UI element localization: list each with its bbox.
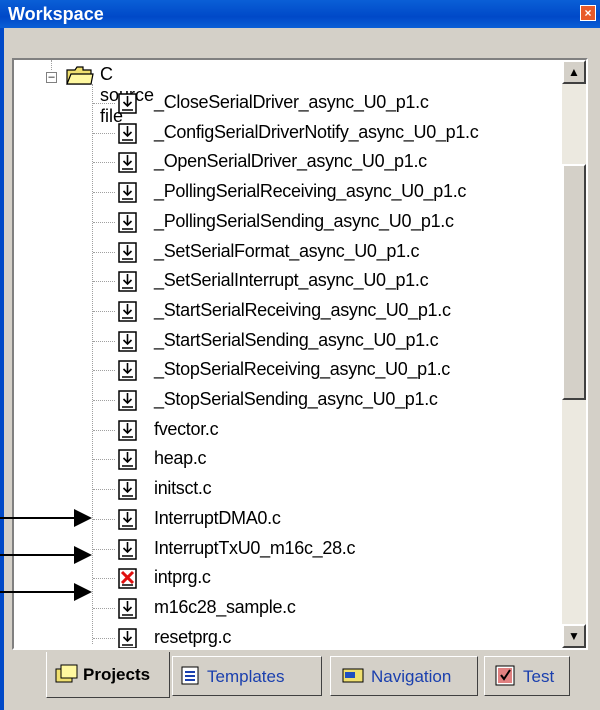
annotation-arrow [0,554,76,556]
file-name: _SetSerialInterrupt_async_U0_p1.c [154,270,429,291]
tab-templates[interactable]: Templates [172,656,322,696]
tree-guide [93,548,115,550]
tree-guide [93,103,115,104]
tree-guide [51,60,52,70]
tree-guide [93,281,115,283]
triangle-down-icon: ▼ [568,629,580,643]
workspace-window: Workspace × – C source file _CloseSerial… [0,0,600,710]
annotation-arrow [0,517,76,519]
tab-projects[interactable]: Projects [46,652,170,698]
tree-guide [93,518,115,520]
file-name: _StartSerialSending_async_U0_p1.c [154,329,439,350]
tree-guide [93,400,115,401]
tab-test-label: Test [523,667,555,686]
excluded-file-icon [118,568,137,589]
file-name: _PollingSerialSending_async_U0_p1.c [154,210,454,231]
tree-guide [93,607,115,609]
file-name: _StopSerialReceiving_async_U0_p1.c [154,359,450,380]
test-icon [495,665,515,686]
file-name: fvector.c [154,418,219,439]
projects-icon [55,664,78,683]
arrow-head-icon [74,509,92,527]
tab-navigation[interactable]: Navigation [330,656,478,696]
annotation-arrow [0,591,76,593]
file-name: _StopSerialSending_async_U0_p1.c [154,389,438,409]
file-name: _PollingSerialReceiving_async_U0_p1.c [154,181,467,202]
tree-guide [93,340,115,342]
templates-icon [181,666,199,685]
file-name: _SetSerialFormat_async_U0_p1.c [154,240,420,261]
tree-guide [93,132,115,134]
source-file-icon [118,627,137,648]
file-name: InterruptTxU0_m16c_28.c [154,537,356,558]
tab-projects-label: Projects [83,665,151,684]
tree-guide [93,310,115,312]
workspace-tabs: Projects Templates Navigation Test [0,652,600,710]
source-file-icon [118,419,137,441]
arrow-head-icon [74,546,92,564]
source-file-icon [118,360,137,382]
source-file-icon [118,301,137,322]
file-name: _CloseSerialDriver_async_U0_p1.c [154,92,429,112]
file-name: initsct.c [154,478,212,499]
file-name: InterruptDMA0.c [154,507,281,528]
source-file-icon [118,152,137,174]
project-tree[interactable]: – C source file _CloseSerialDriver_async… [12,58,588,650]
tree-guide [93,578,115,580]
vertical-scrollbar[interactable]: ▲ ▼ [562,60,586,648]
file-name: _StartSerialReceiving_async_U0_p1.c [154,299,451,320]
tree-guide [93,192,115,194]
source-file-icon [118,182,137,203]
triangle-up-icon: ▲ [568,65,580,79]
tree-guide [92,84,93,644]
source-file-icon [118,122,137,144]
file-name: _ConfigSerialDriverNotify_async_U0_p1.c [154,121,479,142]
source-file-icon [118,538,137,560]
collapse-icon[interactable]: – [46,72,57,83]
window-title: Workspace [8,4,104,24]
scroll-thumb[interactable] [562,164,586,400]
file-name: intprg.c [154,567,211,588]
tab-templates-label: Templates [207,667,285,686]
tab-test[interactable]: Test [484,656,570,696]
tree-guide [93,251,115,253]
source-file-icon [118,449,137,471]
close-button[interactable]: × [580,5,596,21]
file-name: m16c28_sample.c [154,596,296,617]
arrow-head-icon [74,583,92,601]
source-file-icon [118,271,137,292]
title-bar: Workspace × [0,0,600,28]
scroll-down-button[interactable]: ▼ [562,624,586,648]
file-name: resetprg.c [154,626,232,647]
source-file-icon [118,330,137,352]
tree-guide [93,162,115,164]
navigation-icon [342,668,364,683]
tree-guide [93,459,115,461]
tree-guide [93,221,115,223]
window-border [0,28,4,710]
source-file-icon [118,212,137,233]
tab-navigation-label: Navigation [371,667,452,686]
source-file-icon [118,479,137,500]
close-icon: × [584,6,592,20]
source-file-icon [118,241,137,263]
tree-guide [93,489,115,491]
source-file-icon [118,598,137,619]
source-file-icon [118,509,137,530]
tree-guide [93,429,115,431]
tree-guide [93,637,115,639]
source-file-icon [118,93,137,114]
file-name: heap.c [154,448,207,469]
scroll-up-button[interactable]: ▲ [562,60,586,84]
source-file-icon [118,390,137,411]
file-name: _OpenSerialDriver_async_U0_p1.c [154,151,427,172]
tree-guide [93,370,115,372]
folder-open-icon [66,66,94,85]
